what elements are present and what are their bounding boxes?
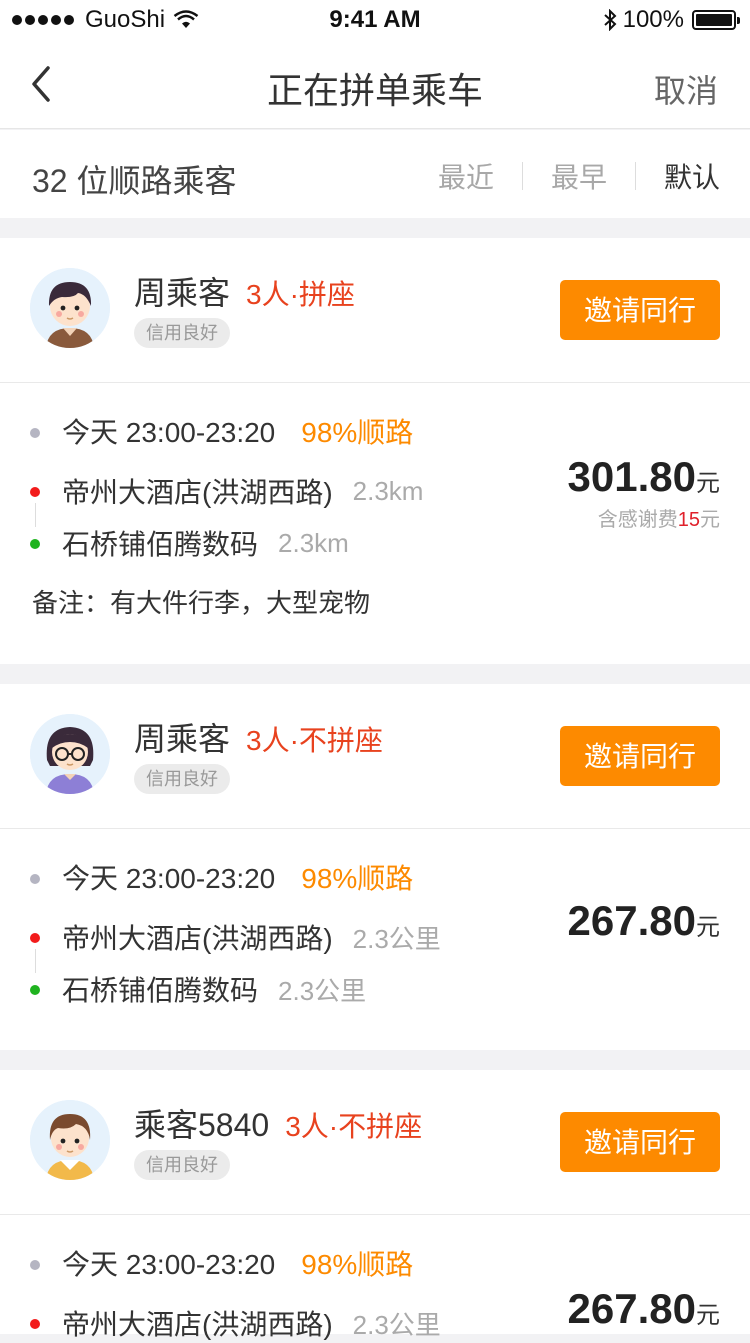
time-dot-icon <box>30 428 40 438</box>
match-rate: 98%顺路 <box>301 417 414 448</box>
destination-distance: 2.3km <box>278 527 349 558</box>
origin-distance: 2.3公里 <box>352 1309 441 1340</box>
card-header: 周乘客 3人·不拼座 信用良好 邀请同行 <box>0 684 750 829</box>
bluetooth-icon <box>603 9 617 31</box>
filter-bar: 32 位顺路乘客 最近 最早 默认 <box>0 130 750 218</box>
time-row: 今天 23:00-23:20 98%顺路 <box>62 857 413 897</box>
nav-bar: 正在拼单乘车 取消 <box>0 40 750 129</box>
price-value: 267.80 <box>567 1285 696 1332</box>
price-unit: 元 <box>696 1302 720 1329</box>
time-dot-icon <box>30 874 40 884</box>
name-text: 周乘客 <box>134 721 231 757</box>
page-title: 正在拼单乘车 <box>266 70 483 111</box>
match-rate: 98%顺路 <box>301 1249 414 1280</box>
seat-info: 3人·不拼座 <box>246 725 383 756</box>
passenger-card[interactable]: 周乘客 3人·不拼座 信用良好 邀请同行 今天 23:00-23:20 98%顺路… <box>0 684 750 1050</box>
avatar <box>30 268 110 348</box>
sort-recent[interactable]: 最近 <box>410 156 522 196</box>
battery-percent: 100% <box>622 6 684 33</box>
sort-earliest[interactable]: 最早 <box>523 156 635 196</box>
passenger-name: 周乘客 3人·不拼座 <box>134 714 383 760</box>
destination-distance: 2.3公里 <box>278 975 367 1006</box>
invite-button[interactable]: 邀请同行 <box>560 726 720 786</box>
destination-address: 石桥铺佰腾数码 <box>62 529 259 560</box>
avatar <box>30 714 110 794</box>
seat-info: 3人·拼座 <box>246 279 355 310</box>
credit-badge: 信用良好 <box>134 318 230 348</box>
pickup-time: 今天 23:00-23:20 <box>62 863 276 894</box>
sort-default[interactable]: 默认 <box>636 156 720 196</box>
route-line <box>35 503 36 527</box>
cancel-button[interactable]: 取消 <box>654 66 718 112</box>
avatar <box>30 1100 110 1180</box>
girl-avatar-icon <box>30 1100 110 1180</box>
origin-address: 帝州大酒店(洪湖西路) <box>62 477 333 508</box>
tip-info: 含感谢费15元 <box>568 503 720 532</box>
tip-amount: 15 <box>677 509 700 531</box>
passenger-card[interactable]: 周乘客 3人·拼座 信用良好 邀请同行 今天 23:00-23:20 98%顺路 … <box>0 238 750 664</box>
origin-dot-icon <box>30 1319 40 1329</box>
origin-dot-icon <box>30 487 40 497</box>
invite-button[interactable]: 邀请同行 <box>560 1112 720 1172</box>
price-block: 267.80元 <box>568 1285 720 1333</box>
price-unit: 元 <box>696 914 720 941</box>
name-text: 周乘客 <box>134 275 231 311</box>
name-text: 乘客5840 <box>134 1107 270 1143</box>
price-value: 301.80 <box>567 453 696 500</box>
origin-distance: 2.3km <box>352 475 424 506</box>
status-right: 100% <box>603 6 740 34</box>
price-value: 267.80 <box>567 897 696 944</box>
time-row: 今天 23:00-23:20 98%顺路 <box>62 1243 413 1283</box>
time-dot-icon <box>30 1260 40 1270</box>
origin-row: 帝州大酒店(洪湖西路) 2.3公里 <box>62 917 441 957</box>
destination-dot-icon <box>30 539 40 549</box>
passenger-name: 周乘客 3人·拼座 <box>134 268 355 314</box>
origin-row: 帝州大酒店(洪湖西路) 2.3km <box>62 471 423 511</box>
status-bar: GuoShi 9:41 AM 100% <box>0 0 750 40</box>
battery-icon <box>692 10 740 30</box>
credit-badge: 信用良好 <box>134 764 230 794</box>
invite-button[interactable]: 邀请同行 <box>560 280 720 340</box>
origin-distance: 2.3公里 <box>352 923 441 954</box>
destination-row: 石桥铺佰腾数码 2.3公里 <box>62 969 366 1009</box>
destination-address: 石桥铺佰腾数码 <box>62 975 259 1006</box>
tip-label: 含感谢费 <box>597 509 678 531</box>
route-line <box>35 949 36 973</box>
pickup-time: 今天 23:00-23:20 <box>62 1249 276 1280</box>
price-unit: 元 <box>696 470 720 497</box>
origin-address: 帝州大酒店(洪湖西路) <box>62 1309 333 1340</box>
origin-address: 帝州大酒店(洪湖西路) <box>62 923 333 954</box>
destination-dot-icon <box>30 985 40 995</box>
card-header: 周乘客 3人·拼座 信用良好 邀请同行 <box>0 238 750 383</box>
passenger-card[interactable]: 乘客5840 3人·不拼座 信用良好 邀请同行 今天 23:00-23:20 98… <box>0 1070 750 1340</box>
match-rate: 98%顺路 <box>301 863 414 894</box>
origin-row: 帝州大酒店(洪湖西路) 2.3公里 <box>62 1303 441 1343</box>
credit-badge: 信用良好 <box>134 1150 230 1180</box>
price-block: 267.80元 <box>568 897 720 945</box>
sort-options: 最近 最早 默认 <box>410 156 720 196</box>
time-row: 今天 23:00-23:20 98%顺路 <box>62 411 413 451</box>
card-header: 乘客5840 3人·不拼座 信用良好 邀请同行 <box>0 1070 750 1215</box>
seat-info: 3人·不拼座 <box>285 1111 423 1142</box>
girl-glasses-avatar-icon <box>30 714 110 794</box>
price-block: 301.80元 含感谢费15元 <box>568 453 720 532</box>
note-text: 备注：有大件行李，大型宠物 <box>32 588 371 618</box>
tip-unit: 元 <box>700 509 720 531</box>
passenger-count: 32 位顺路乘客 <box>32 163 237 199</box>
passenger-name: 乘客5840 3人·不拼座 <box>134 1100 422 1146</box>
pickup-time: 今天 23:00-23:20 <box>62 417 276 448</box>
destination-row: 石桥铺佰腾数码 2.3km <box>62 523 349 563</box>
origin-dot-icon <box>30 933 40 943</box>
boy-avatar-icon <box>30 268 110 348</box>
